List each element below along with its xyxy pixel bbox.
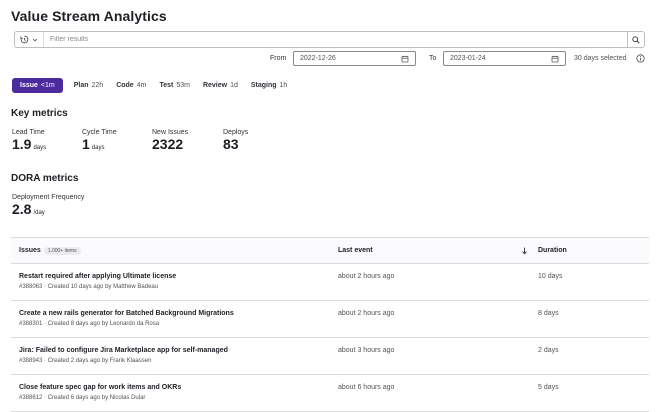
stage-name: Test — [159, 81, 174, 89]
page-title: Value Stream Analytics — [11, 8, 167, 24]
issue-title-link[interactable]: Jira: Failed to configure Jira Marketpla… — [19, 347, 228, 354]
days-selected-text: 30 days selected — [574, 55, 627, 62]
metric-unit: days — [33, 145, 47, 151]
last-event: about 2 hours ago — [338, 273, 395, 280]
stage-test[interactable]: Test 53m — [159, 82, 190, 89]
stage-name: Staging — [250, 81, 277, 89]
arrow-down-icon[interactable] — [521, 247, 528, 255]
stage-value: 22h — [91, 81, 104, 89]
metric-cycle-time: Cycle Time 1 days — [82, 129, 117, 152]
metric-value: 2.8/day — [12, 201, 84, 217]
metric-number: 2.8 — [12, 201, 32, 217]
stage-code[interactable]: Code 4m — [116, 82, 146, 89]
from-date-value: 2022-12-26 — [300, 55, 336, 62]
metric-lead-time: Lead Time 1.9 days — [12, 129, 46, 152]
metric-label: New Issues — [152, 129, 189, 136]
info-icon[interactable] — [636, 54, 645, 63]
to-date-value: 2023-01-24 — [450, 55, 486, 62]
issue-meta: #388063 · Created 10 days ago by Matthew… — [19, 284, 159, 290]
issue-meta: #388943 · Created 2 days ago by Frank Kl… — [19, 358, 152, 364]
metric-number: 1.9 — [12, 136, 32, 152]
duration: 8 days — [538, 310, 559, 317]
calendar-icon — [401, 55, 409, 62]
issue-title-link[interactable]: Close feature spec gap for work items an… — [19, 384, 181, 391]
table-row: Create a new rails generator for Batched… — [11, 301, 649, 338]
issues-table: Issues 1,000+ items Last event Duration R… — [11, 237, 649, 412]
metric-new-issues: New Issues 2322 — [152, 129, 188, 152]
metric-label: Lead Time — [12, 129, 45, 136]
history-icon — [20, 35, 29, 44]
metric-number: 83 — [223, 136, 239, 152]
last-event: about 6 hours ago — [338, 384, 395, 391]
metric-unit: /day — [33, 210, 45, 216]
table-row: Close feature spec gap for work items an… — [11, 375, 649, 412]
duration-column-header[interactable]: Duration — [538, 247, 567, 254]
issue-title-link[interactable]: Restart required after applying Ultimate… — [19, 273, 176, 280]
chevron-down-icon — [32, 38, 38, 41]
issue-meta: #388612 · Created 6 days ago by Nicolas … — [19, 395, 146, 401]
stage-value: <1m — [40, 81, 55, 89]
metric-value: 83 — [223, 136, 248, 152]
to-date-picker[interactable]: 2023-01-24 — [443, 51, 566, 66]
metric-label: Cycle Time — [82, 129, 117, 136]
calendar-icon — [551, 55, 559, 62]
stage-name: Review — [202, 81, 228, 89]
stage-value: 4m — [136, 81, 147, 89]
metric-number: 2322 — [152, 136, 184, 152]
issue-meta: #388301 · Created 8 days ago by Leonardo… — [19, 321, 160, 327]
stage-value: 53m — [176, 81, 190, 89]
stage-staging[interactable]: Staging 1h — [251, 82, 287, 89]
stage-value: 1d — [230, 81, 238, 89]
column-label: Issues — [19, 247, 41, 254]
stage-name: Plan — [73, 81, 89, 89]
stage-navigation: Issue <1m Plan 22h Code 4m Test 53m Review 1d… — [12, 77, 300, 93]
last-event: about 3 hours ago — [338, 347, 395, 354]
history-dropdown-button[interactable] — [15, 32, 44, 47]
from-label: From — [270, 55, 287, 62]
search-icon — [632, 35, 640, 44]
last-event-column-header[interactable]: Last event — [338, 247, 373, 254]
metric-value: 1 days — [82, 136, 117, 152]
metric-label: Deployment Frequency — [12, 194, 85, 201]
metric-deploys: Deploys 83 — [223, 129, 248, 152]
to-label: To — [429, 55, 437, 62]
metric-value: 2322 — [152, 136, 188, 152]
from-date-picker[interactable]: 2022-12-26 — [293, 51, 416, 66]
last-event: about 2 hours ago — [338, 310, 395, 317]
search-button[interactable] — [627, 32, 644, 47]
metric-value: 1.9 days — [12, 136, 46, 152]
metric-deployment-frequency: Deployment Frequency 2.8/day — [12, 194, 84, 217]
duration: 2 days — [538, 347, 559, 354]
metric-number: 1 — [82, 136, 90, 152]
table-header: Issues 1,000+ items Last event Duration — [11, 237, 649, 264]
key-metrics-heading: Key metrics — [11, 108, 68, 119]
issues-column-header[interactable]: Issues 1,000+ items — [19, 247, 81, 255]
stage-value: 1h — [279, 81, 288, 89]
issue-title-link[interactable]: Create a new rails generator for Batched… — [19, 310, 234, 317]
metric-label: Deploys — [223, 129, 249, 136]
metric-unit: days — [91, 145, 105, 151]
stage-plan[interactable]: Plan 22h — [74, 82, 103, 89]
stage-review[interactable]: Review 1d — [203, 82, 238, 89]
dora-metrics-heading: DORA metrics — [11, 173, 79, 184]
duration: 10 days — [538, 273, 563, 280]
stage-name: Issue — [20, 81, 38, 89]
table-row: Restart required after applying Ultimate… — [11, 264, 649, 301]
count-badge: 1,000+ items — [43, 247, 81, 255]
table-row: Jira: Failed to configure Jira Marketpla… — [11, 338, 649, 375]
filter-bar — [14, 31, 645, 48]
duration: 5 days — [538, 384, 559, 391]
stage-name: Code — [116, 81, 134, 89]
stage-issue[interactable]: Issue <1m — [12, 77, 63, 93]
filter-input[interactable] — [44, 35, 627, 44]
